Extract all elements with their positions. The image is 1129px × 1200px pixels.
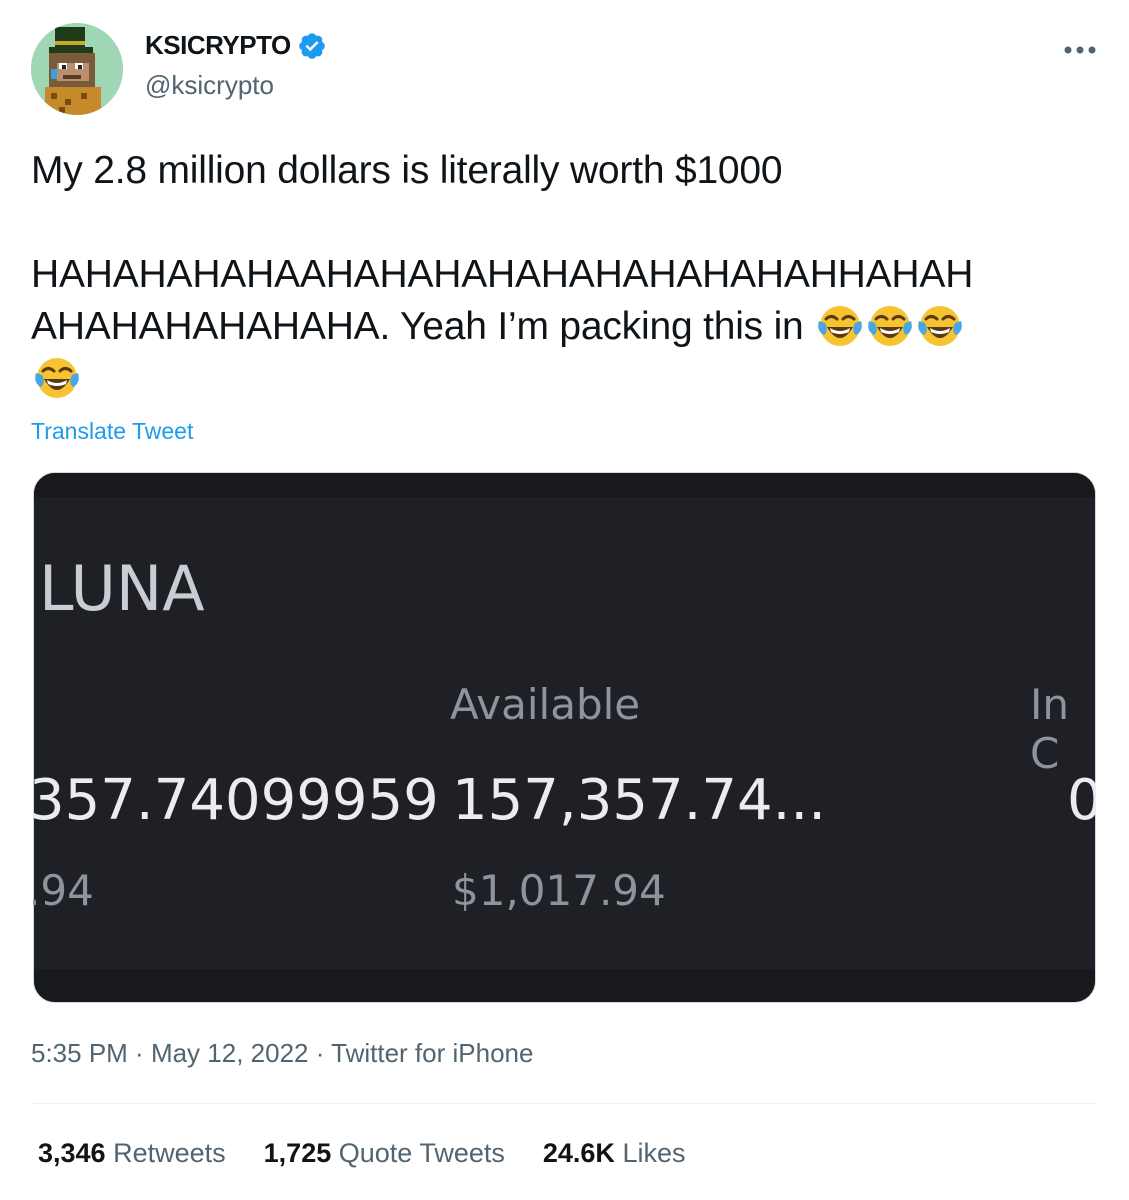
more-horizontal-icon: [1064, 46, 1096, 54]
emoji-group: [31, 357, 81, 400]
retweets-stat[interactable]: 3,346 Retweets: [38, 1138, 226, 1169]
verified-badge-icon: [298, 32, 325, 59]
meta-separator: ·: [308, 1038, 332, 1068]
likes-label: Likes: [622, 1138, 686, 1168]
author-name-row[interactable]: KSICRYPTO: [145, 30, 327, 61]
face-with-tears-of-joy-emoji-icon: [35, 358, 79, 398]
likes-stat[interactable]: 24.6K Likes: [543, 1138, 686, 1169]
media-content: LUNA Available In C 357.74099959 157,357…: [33, 472, 1096, 1003]
quotes-count: 1,725: [263, 1138, 332, 1168]
retweets-label: Retweets: [113, 1138, 226, 1168]
tweet-text: My 2.8 million dollars is literally wort…: [31, 145, 1101, 405]
tweet-meta: 5:35 PM · May 12, 2022 · Twitter for iPh…: [31, 1038, 533, 1069]
meta-separator: ·: [127, 1038, 151, 1068]
tweet-source[interactable]: Twitter for iPhone: [331, 1038, 533, 1068]
engagement-stats: 3,346 Retweets 1,725 Quote Tweets 24.6K …: [38, 1138, 685, 1169]
face-with-tears-of-joy-emoji-icon: [868, 306, 913, 346]
tweet-date[interactable]: May 12, 2022: [151, 1038, 309, 1068]
pixel-ape-avatar-icon: [31, 23, 123, 115]
in-order-header: In C: [1030, 680, 1070, 778]
total-balance-value: 357.74099959: [33, 768, 439, 833]
coin-name: LUNA: [39, 552, 205, 625]
author-handle[interactable]: @ksicrypto: [145, 70, 274, 101]
author-name[interactable]: KSICRYPTO: [145, 30, 291, 61]
retweets-count: 3,346: [38, 1138, 106, 1168]
face-with-tears-of-joy-emoji-icon: [818, 306, 863, 346]
quotes-label: Quote Tweets: [338, 1138, 505, 1168]
total-usd-value: .94: [33, 866, 94, 915]
tweet-line-3: AHAHAHAHAHAHA. Yeah I’m packing this in: [31, 301, 1101, 353]
avatar[interactable]: [31, 23, 123, 115]
tweet-line-1: My 2.8 million dollars is literally wort…: [31, 149, 783, 192]
available-header: Available: [450, 680, 641, 729]
available-usd-value: $1,017.94: [452, 866, 666, 915]
divider: [31, 1103, 1098, 1104]
in-order-value: 0: [1067, 768, 1096, 833]
tweet-time[interactable]: 5:35 PM: [31, 1038, 128, 1068]
quote-tweets-stat[interactable]: 1,725 Quote Tweets: [264, 1138, 505, 1169]
tweet-line-2: HAHAHAHAHAAHAHAHAHAHAHAHAHAHAHHAHAH: [31, 253, 974, 296]
available-balance-value: 157,357.74...: [452, 768, 827, 833]
more-menu-button[interactable]: [1063, 36, 1097, 56]
tweet-line-3-text: AHAHAHAHAHAHA. Yeah I’m packing this in: [31, 305, 804, 348]
emoji-group: [814, 305, 964, 348]
tweet-line-4: [31, 353, 1101, 405]
translate-tweet-link[interactable]: Translate Tweet: [31, 418, 193, 445]
face-with-tears-of-joy-emoji-icon: [918, 306, 963, 346]
likes-count: 24.6K: [542, 1138, 615, 1168]
